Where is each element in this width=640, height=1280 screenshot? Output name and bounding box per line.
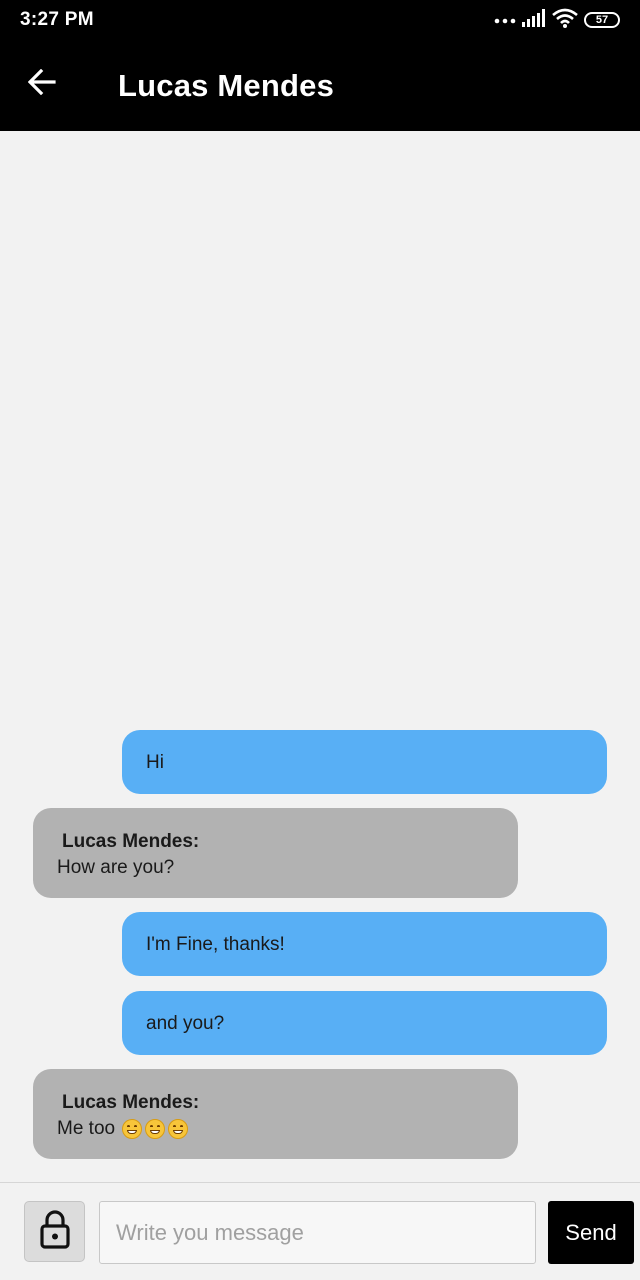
battery-icon: 57	[584, 12, 620, 28]
grinning-face-emoji	[122, 1119, 143, 1139]
message-input[interactable]	[99, 1201, 536, 1264]
message-text: I'm Fine, thanks!	[146, 934, 285, 955]
composer-bar: Send	[0, 1182, 640, 1280]
outgoing-message: Hi	[122, 730, 607, 794]
status-bar: 3:27 PM 57	[0, 0, 640, 40]
signal-icon	[522, 8, 546, 32]
app-bar: Lucas Mendes	[0, 40, 640, 131]
arrow-left-icon	[27, 68, 56, 100]
more-dots-icon	[494, 11, 516, 29]
status-icons: 57	[494, 8, 620, 33]
wifi-icon	[552, 8, 578, 33]
battery-level: 57	[595, 14, 609, 26]
grinning-face-emoji	[168, 1119, 189, 1139]
outgoing-message: I'm Fine, thanks!	[122, 912, 607, 976]
lock-icon	[39, 1209, 71, 1254]
message-sender: Lucas Mendes:	[62, 1092, 200, 1113]
send-button[interactable]: Send	[548, 1201, 634, 1264]
outgoing-message: and you?	[122, 991, 607, 1055]
status-time: 3:27 PM	[20, 9, 94, 30]
message-text: How are you?	[57, 857, 175, 878]
message-text: Me too	[57, 1118, 116, 1139]
message-text: and you?	[146, 1013, 225, 1034]
message-list[interactable]: Hi Lucas Mendes: How are you? I'm Fine, …	[0, 131, 640, 1182]
incoming-message: Lucas Mendes: Me too	[33, 1069, 518, 1159]
grinning-face-emoji	[145, 1119, 166, 1139]
message-sender: Lucas Mendes:	[62, 831, 200, 852]
message-body: Me too	[57, 1118, 189, 1140]
incoming-message: Lucas Mendes: How are you?	[33, 808, 518, 898]
chat-title: Lucas Mendes	[118, 68, 335, 103]
emoji-group	[119, 1119, 189, 1139]
lock-button[interactable]	[24, 1201, 85, 1262]
message-text: Hi	[146, 752, 164, 773]
back-button[interactable]	[22, 64, 62, 104]
